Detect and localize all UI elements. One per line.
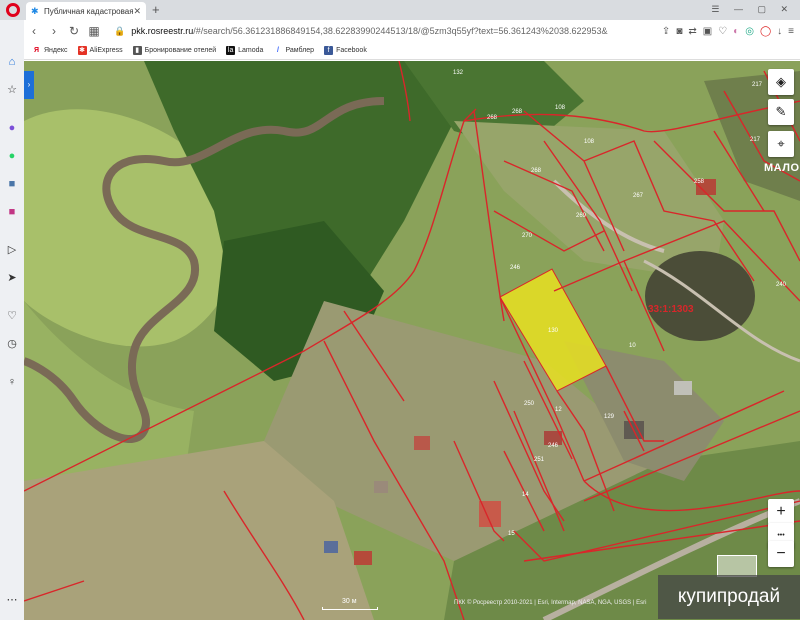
scale-label: 30 м — [342, 598, 357, 605]
parcel-label-108a: 108 — [555, 105, 566, 111]
parcel-label-246b: 246 — [548, 443, 559, 449]
cube-icon[interactable]: ▣ — [703, 26, 712, 37]
parcel-label-251: 251 — [534, 457, 545, 463]
parcel-label-217a: 217 — [752, 82, 763, 88]
parcel-label-258: 258 — [694, 179, 705, 185]
parcel-label-10: 10 — [629, 343, 636, 349]
url-field[interactable]: 🔒 pkk.rosreestr.ru /#/search/56.36123188… — [114, 22, 662, 40]
parcel-label-130: 130 — [548, 328, 559, 334]
player-icon[interactable]: ▷ — [4, 242, 20, 258]
parcel-label-240: 240 — [776, 282, 787, 288]
panel-toggle-button[interactable]: › — [24, 71, 34, 99]
parcel-label-268b: 268 — [512, 109, 523, 115]
translate-icon[interactable]: ⇄ — [688, 26, 696, 37]
whatsapp-icon[interactable]: ● — [4, 148, 20, 164]
camera-icon[interactable]: ◙ — [676, 26, 682, 37]
bookmark-label: Facebook — [336, 47, 367, 54]
opera-sidebar: ⌂ ☆ ● ● ■ ■ ▷ ➤ ♡ ◷ ♀ ⋯ — [0, 20, 24, 620]
bookmark-facebook[interactable]: f Facebook — [324, 46, 367, 55]
opera-logo-icon[interactable] — [6, 3, 20, 17]
parcel-label-15: 15 — [508, 531, 515, 537]
back-icon[interactable]: ‹ — [24, 24, 44, 38]
vk-icon[interactable]: ■ — [4, 176, 20, 192]
extension-icon[interactable]: ◎ — [745, 26, 754, 37]
parcel-label-268c: 268 — [531, 168, 542, 174]
parcel-label-268a: 268 — [487, 115, 498, 121]
parcel-label-267: 267 — [633, 193, 644, 199]
zoom-out-button[interactable]: − — [768, 541, 794, 567]
locate-icon[interactable]: ⌖ — [768, 131, 794, 157]
forward-icon[interactable]: › — [44, 24, 64, 38]
rambler-icon: / — [276, 47, 279, 54]
speed-dial-icon[interactable]: ☆ — [4, 82, 20, 98]
lock-icon: 🔒 — [114, 25, 126, 36]
tab-close-icon[interactable]: ✕ — [133, 6, 141, 17]
place-label: МАЛОВ — [764, 162, 800, 174]
lightbulb-icon[interactable]: ♀ — [4, 374, 20, 390]
cadastral-quarter-label: 33:1:1303 — [648, 304, 694, 315]
url-path: /#/search/56.361231886849154,38.62283990… — [193, 26, 608, 36]
address-actions: ⇪ ◙ ⇄ ▣ ♡ ◐ ◎ ◯ ↓ ≡ — [662, 26, 794, 37]
browser-window: ✱ Публичная кадастровая ка ✕ + ☰ — ▢ ✕ ⌂… — [0, 0, 800, 620]
aliexpress-icon: ✱ — [77, 46, 87, 55]
watermark-logo: купипродай — [658, 575, 800, 619]
new-tab-button[interactable]: + — [152, 2, 160, 18]
address-bar: ‹ › ↻ ▦ 🔒 pkk.rosreestr.ru /#/search/56.… — [24, 20, 800, 42]
home-icon[interactable]: ⌂ — [4, 54, 20, 70]
window-controls[interactable]: ☰ — ▢ ✕ — [711, 4, 794, 15]
parcel-label-270: 270 — [522, 233, 533, 239]
cadastral-map[interactable]: 132 268 268 108 108 268 267 258 217 217 … — [24, 61, 800, 620]
history-icon[interactable]: ◷ — [4, 336, 20, 352]
bookmarks-bar: Я Яндекс ✱ AliExpress ▮ Бронирование оте… — [24, 42, 800, 60]
bookmark-label: Lamoda — [238, 47, 264, 54]
favicon-icon: ✱ — [31, 5, 39, 16]
parcel-label-250: 250 — [524, 401, 535, 407]
instagram-icon[interactable]: ■ — [4, 204, 20, 220]
vpn-icon[interactable]: ◐ — [733, 26, 739, 37]
heart-icon[interactable]: ♡ — [4, 308, 20, 324]
parcel-label-246a: 246 — [510, 265, 521, 271]
bookmark-heart-icon[interactable]: ♡ — [718, 26, 727, 37]
menu-icon[interactable]: ≡ — [788, 26, 794, 37]
url-domain: pkk.rosreestr.ru — [131, 26, 194, 36]
bookmark-label: Яндекс — [44, 47, 68, 54]
bookmark-label: Бронирование отелей — [144, 47, 217, 54]
share-icon[interactable]: ⇪ — [662, 26, 670, 37]
parcel-label-14: 14 — [522, 492, 529, 498]
ruler-icon[interactable]: ✎ — [768, 99, 794, 125]
bookmark-hotels[interactable]: ▮ Бронирование отелей — [132, 46, 217, 55]
layers-icon[interactable]: ◈ — [768, 69, 794, 95]
bookmark-label: Рамблер — [285, 47, 315, 54]
tab-strip: ✱ Публичная кадастровая ка ✕ + ☰ — ▢ ✕ — [0, 0, 800, 20]
bookmark-aliexpress[interactable]: ✱ AliExpress — [77, 46, 123, 55]
bookmark-yandex[interactable]: Я Яндекс — [32, 46, 68, 55]
bookmark-lamoda[interactable]: la Lamoda — [226, 46, 263, 55]
bookmark-icon: ▮ — [132, 46, 142, 55]
map-attribution: ПКК © Росреестр 2010-2021 | Esri, Interm… — [454, 600, 647, 606]
reload-icon[interactable]: ↻ — [64, 24, 84, 38]
messenger-icon[interactable]: ● — [4, 120, 20, 136]
parcel-label-12: 12 — [555, 407, 562, 413]
tab-rosreestr[interactable]: ✱ Публичная кадастровая ка ✕ — [26, 2, 146, 20]
parcel-label-217b: 217 — [750, 137, 761, 143]
bookmark-rambler[interactable]: / Рамблер — [273, 46, 314, 55]
send-icon[interactable]: ➤ — [4, 270, 20, 286]
opera-icon[interactable]: ◯ — [760, 26, 771, 37]
tabs-grid-icon[interactable]: ▦ — [84, 24, 104, 38]
parcel-label-129: 129 — [604, 414, 615, 420]
zoom-in-button[interactable]: + — [768, 499, 794, 525]
lamoda-icon: la — [226, 46, 236, 55]
parcel-label-108b: 108 — [584, 139, 595, 145]
scale-bar — [322, 607, 378, 610]
more-icon[interactable]: ⋯ — [4, 592, 20, 608]
yandex-icon: Я — [33, 47, 40, 54]
parcel-label-269: 269 — [576, 213, 587, 219]
tab-title: Публичная кадастровая ка — [44, 6, 134, 16]
download-icon[interactable]: ↓ — [777, 26, 782, 37]
parcel-label-132: 132 — [453, 70, 464, 76]
bookmark-label: AliExpress — [89, 47, 123, 54]
facebook-icon: f — [324, 46, 334, 55]
minimap-thumbnail[interactable] — [717, 555, 757, 577]
satellite-imagery: 132 268 268 108 108 268 267 258 217 217 … — [24, 61, 800, 620]
